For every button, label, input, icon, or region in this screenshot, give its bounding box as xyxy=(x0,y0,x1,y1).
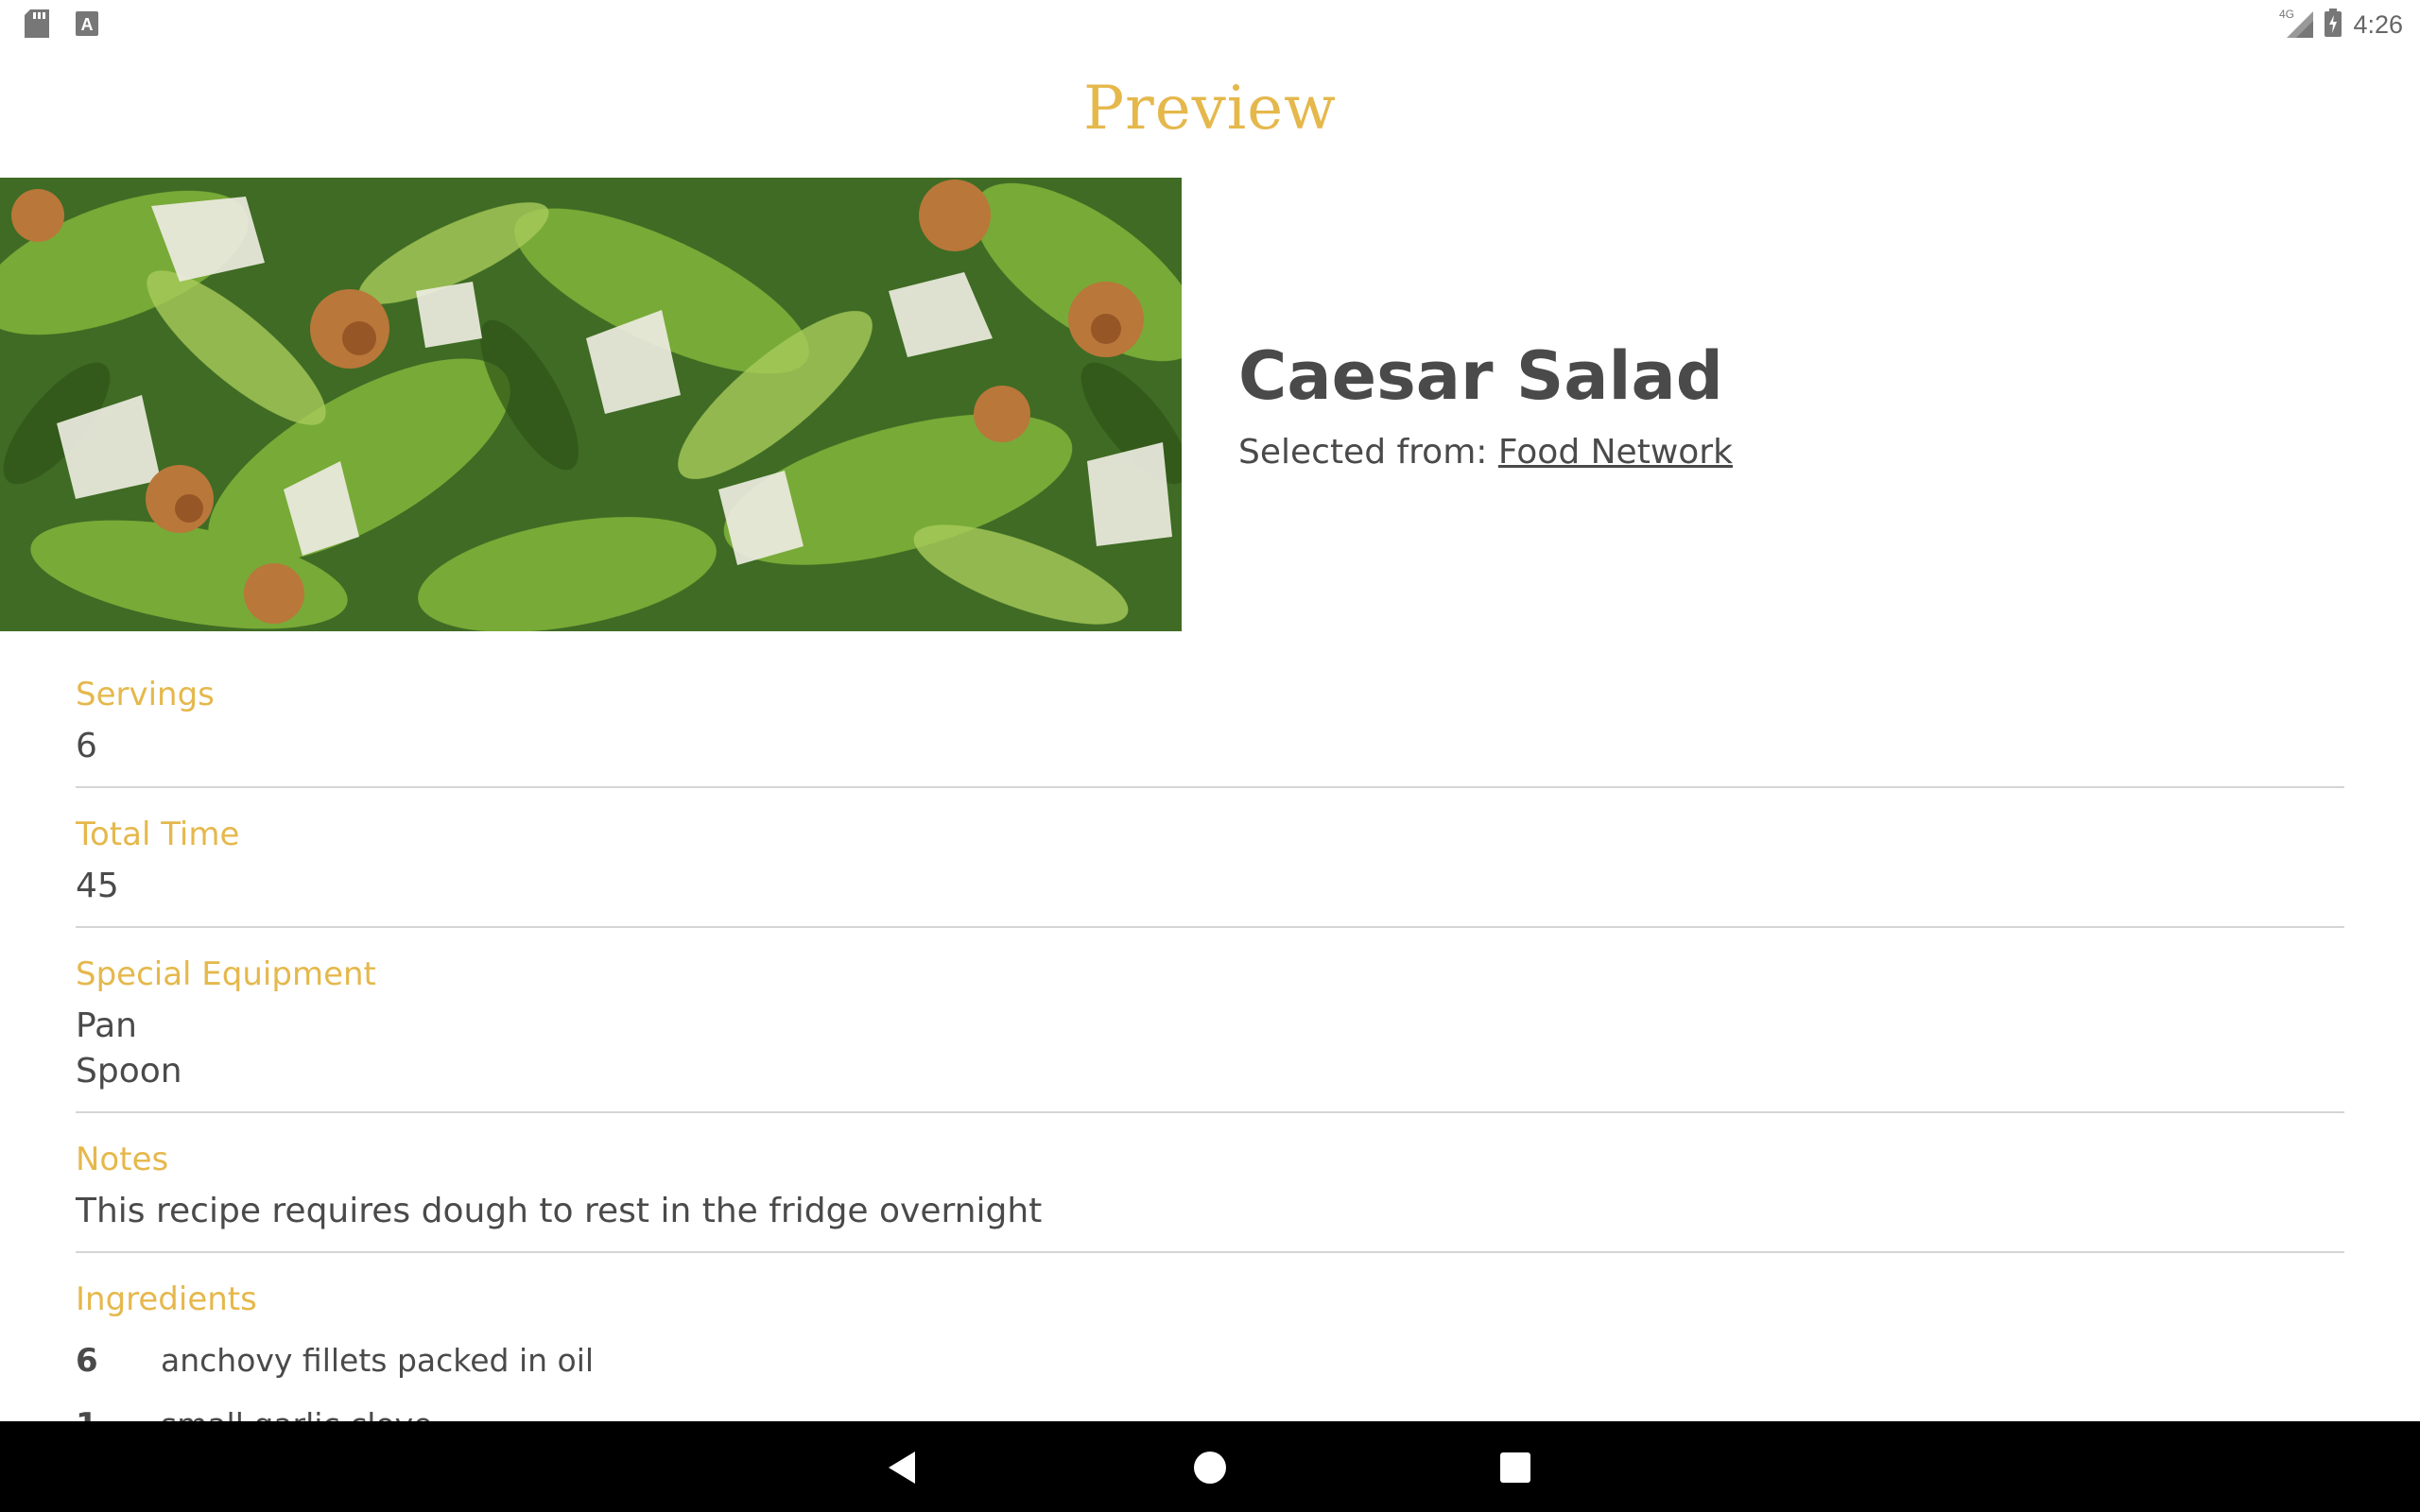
home-icon[interactable] xyxy=(1186,1444,1234,1491)
equipment-item: Spoon xyxy=(76,1052,182,1091)
special-equipment-list: Pan Spoon xyxy=(76,1004,2344,1094)
status-left: A xyxy=(25,9,98,42)
notes-section: Notes This recipe requires dough to rest… xyxy=(76,1136,2344,1253)
recents-icon[interactable] xyxy=(1492,1444,1539,1491)
recipe-photo xyxy=(0,178,1182,631)
screen: A 4G 4:26 Preview Caesar Salad Selected … xyxy=(0,0,2420,1512)
ingredient-qty: 6 xyxy=(76,1342,98,1380)
servings-section: Servings 6 xyxy=(76,671,2344,788)
clock: 4:26 xyxy=(2353,9,2403,39)
page-title: Preview xyxy=(1083,74,1337,144)
navigation-bar xyxy=(0,1421,2420,1512)
status-right: 4G 4:26 xyxy=(2279,8,2403,42)
ingredients-label: Ingredients xyxy=(76,1280,257,1318)
source-prefix: Selected from: xyxy=(1238,433,1498,472)
special-equipment-label: Special Equipment xyxy=(76,955,376,993)
text-a-icon: A xyxy=(76,11,98,40)
ingredient-name: anchovy fillets packed in oil xyxy=(161,1342,595,1379)
total-time-value: 45 xyxy=(76,867,119,905)
sd-card-icon xyxy=(25,9,49,42)
servings-value: 6 xyxy=(76,727,97,765)
status-bar: A 4G 4:26 xyxy=(0,0,2420,47)
ingredient-row: 6 anchovy fillets packed in oil xyxy=(76,1342,2344,1406)
back-icon[interactable] xyxy=(879,1444,926,1491)
recipe-source: Selected from: Food Network xyxy=(1238,433,1733,472)
total-time-section: Total Time 45 xyxy=(76,811,2344,928)
signal-icon: 4G xyxy=(2279,8,2314,42)
equipment-item: Pan xyxy=(76,1006,137,1045)
servings-label: Servings xyxy=(76,676,215,713)
special-equipment-section: Special Equipment Pan Spoon xyxy=(76,951,2344,1113)
total-time-label: Total Time xyxy=(76,816,240,853)
recipe-details: Servings 6 Total Time 45 Special Equipme… xyxy=(76,671,2344,1470)
svg-text:A: A xyxy=(81,15,94,34)
notes-label: Notes xyxy=(76,1141,169,1178)
notes-value: This recipe requires dough to rest in th… xyxy=(76,1192,1043,1230)
network-type-label: 4G xyxy=(2279,8,2294,21)
source-link[interactable]: Food Network xyxy=(1498,433,1733,472)
recipe-title: Caesar Salad xyxy=(1238,337,1723,415)
battery-charging-icon xyxy=(2325,9,2342,41)
